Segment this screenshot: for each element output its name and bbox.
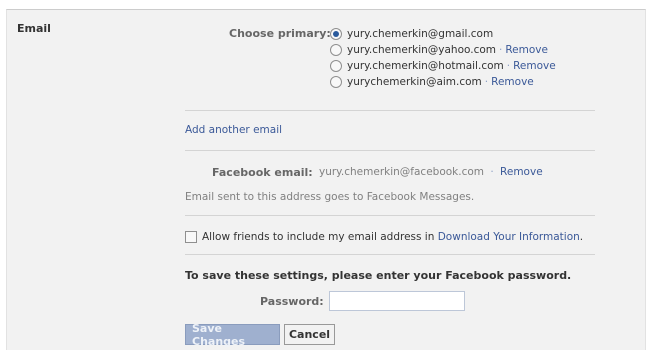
email-address: yury.chemerkin@gmail.com — [347, 27, 494, 40]
separator-dot: · — [484, 75, 489, 88]
primary-option-aim[interactable]: yurychemerkin@aim.com · Remove — [330, 74, 556, 89]
cancel-button[interactable]: Cancel — [284, 324, 335, 345]
remove-link[interactable]: Remove — [513, 60, 556, 72]
divider — [185, 150, 595, 151]
allow-friends-text: Allow friends to include my email addres… — [202, 230, 438, 243]
primary-option-hotmail[interactable]: yury.chemerkin@hotmail.com · Remove — [330, 58, 556, 73]
radio-button[interactable] — [330, 75, 342, 88]
separator-dot: · — [506, 59, 511, 72]
divider — [185, 254, 595, 255]
section-label-email: Email — [17, 22, 51, 35]
remove-link[interactable]: Remove — [491, 76, 534, 88]
divider — [185, 215, 595, 216]
download-your-information-link[interactable]: Download Your Information — [438, 231, 580, 243]
primary-option-gmail[interactable]: yury.chemerkin@gmail.com — [330, 26, 556, 41]
primary-option-yahoo[interactable]: yury.chemerkin@yahoo.com · Remove — [330, 42, 556, 57]
email-settings-panel: Email Choose primary: yury.chemerkin@gma… — [6, 9, 646, 350]
facebook-email-address: yury.chemerkin@facebook.com — [319, 166, 485, 178]
allow-friends-checkbox[interactable] — [185, 230, 197, 243]
facebook-email-label: Facebook email: — [212, 166, 313, 179]
radio-button-selected[interactable] — [330, 27, 342, 40]
password-label: Password: — [260, 295, 324, 308]
separator-dot: · — [499, 43, 503, 56]
radio-button[interactable] — [330, 59, 342, 72]
add-another-email-link[interactable]: Add another email — [185, 124, 282, 136]
password-prompt-text: To save these settings, please enter you… — [185, 269, 572, 282]
allow-friends-option[interactable]: Allow friends to include my email addres… — [185, 229, 583, 244]
email-address: yurychemerkin@aim.com — [347, 75, 482, 88]
save-changes-button[interactable]: Save Changes — [185, 322, 280, 348]
email-address: yury.chemerkin@hotmail.com — [347, 59, 504, 72]
allow-friends-suffix: . — [579, 230, 584, 243]
divider — [185, 110, 595, 111]
facebook-email-value: yury.chemerkin@facebook.com · Remove — [319, 166, 543, 178]
facebook-email-note: Email sent to this address goes to Faceb… — [185, 191, 475, 203]
remove-link[interactable]: Remove — [505, 44, 548, 56]
choose-primary-label: Choose primary: — [229, 27, 331, 40]
primary-email-options: yury.chemerkin@gmail.com yury.chemerkin@… — [330, 26, 556, 89]
separator-dot: · — [490, 166, 494, 178]
password-input[interactable] — [329, 291, 465, 311]
form-actions: Save Changes Cancel — [185, 322, 335, 348]
radio-button[interactable] — [330, 43, 342, 56]
email-address: yury.chemerkin@yahoo.com — [347, 43, 497, 56]
remove-facebook-email-link[interactable]: Remove — [500, 166, 543, 178]
